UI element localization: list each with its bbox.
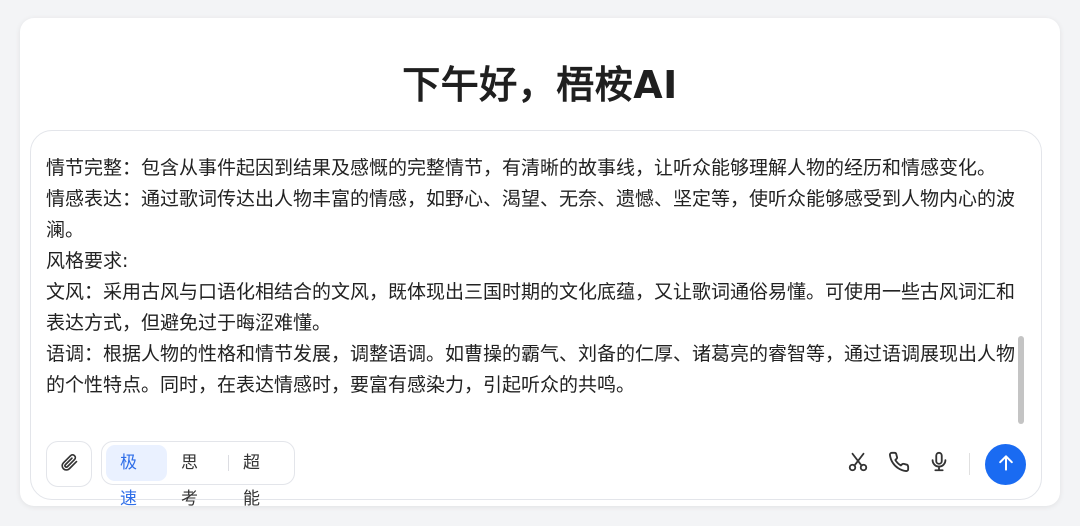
mode-fast[interactable]: 极速 (106, 445, 168, 509)
phone-icon (888, 451, 910, 477)
toolbar-divider (969, 453, 970, 475)
voice-button[interactable] (926, 451, 952, 477)
message-line: 语调：根据人物的性格和情节发展，调整语调。如曹操的霸气、刘备的仁厚、诸葛亮的睿智… (46, 343, 1016, 396)
greeting-title: 下午好，梧桉AI (402, 63, 678, 107)
main-card: 下午好，梧桉AI 情节完整：包含从事件起因到结果及感慨的完整情节，有清晰的故事线… (20, 18, 1060, 509)
paperclip-icon (59, 452, 79, 476)
scissors-icon (847, 451, 869, 477)
message-input[interactable]: 情节完整：包含从事件起因到结果及感慨的完整情节，有清晰的故事线，让听众能够理解人… (46, 153, 1021, 428)
call-button[interactable] (886, 451, 912, 477)
message-line: 文风：采用古风与口语化相结合的文风，既体现出三国时期的文化底蕴，又让歌词通俗易懂… (46, 281, 1016, 334)
cut-button[interactable] (845, 451, 871, 477)
message-line: 风格要求: (46, 250, 129, 272)
mode-think[interactable]: 思考 (167, 445, 228, 509)
attach-button[interactable] (46, 441, 92, 487)
mode-selector: 极速 思考 超能 (101, 441, 295, 509)
message-line: 情节完整：包含从事件起因到结果及感慨的完整情节，有清晰的故事线，让听众能够理解人… (46, 157, 997, 179)
mode-super[interactable]: 超能 (229, 445, 290, 509)
microphone-icon (928, 451, 950, 477)
send-button[interactable] (985, 444, 1026, 485)
message-line: 情感表达：通过歌词传达出人物丰富的情感，如野心、渴望、无奈、遗憾、坚定等，使听众… (46, 188, 1016, 241)
message-composer[interactable]: 情节完整：包含从事件起因到结果及感慨的完整情节，有清晰的故事线，让听众能够理解人… (30, 130, 1042, 509)
arrow-up-icon (996, 453, 1016, 477)
input-scrollbar[interactable] (1018, 336, 1024, 424)
